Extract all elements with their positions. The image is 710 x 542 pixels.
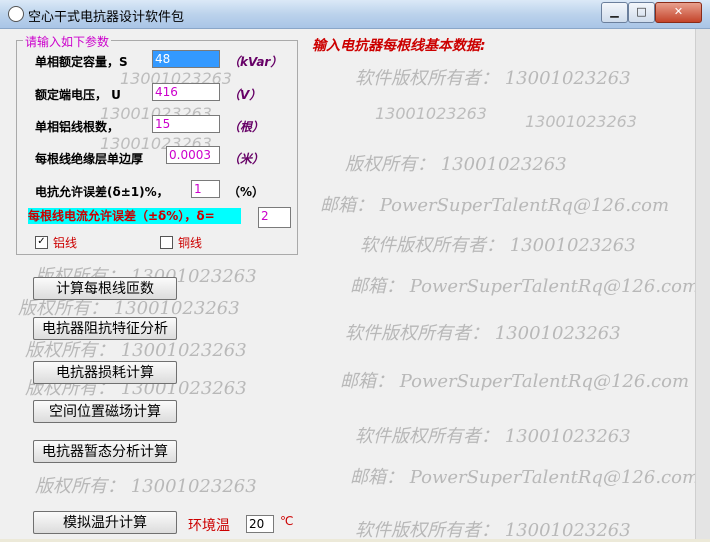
ambient-input[interactable]: 20 [246, 515, 274, 533]
wire-count-unit: （根） [228, 120, 265, 134]
reactance-error-label: 电抗允许误差(δ±1)%， [35, 185, 169, 199]
aluminum-checkbox[interactable]: ✓ [35, 236, 48, 249]
maximize-button[interactable]: □ [628, 2, 655, 23]
loss-calc-button[interactable]: 电抗器损耗计算 [33, 361, 177, 384]
calc-turns-button[interactable]: 计算每根线匝数 [33, 277, 177, 300]
ambient-unit: ℃ [280, 514, 294, 528]
minimize-button[interactable]: ▁ [601, 2, 628, 23]
rated-voltage-label: 额定端电压， U [35, 88, 121, 102]
watermark-copyright: 版权所有： 13001023263 [35, 476, 257, 497]
insulation-label: 每根线绝缘层单边厚 [35, 152, 144, 166]
left-panel: 13001023263 13001023263 13001023263 版权所有… [0, 29, 300, 539]
watermark-copyright: 版权所有： 13001023263 [345, 154, 567, 175]
client-area: 13001023263 13001023263 13001023263 版权所有… [0, 29, 710, 541]
current-error-banner: 每根线电流允许误差（±δ%），δ= [28, 208, 241, 224]
watermark-email: 邮箱： PowerSuperTalentRq@126.com [320, 195, 670, 216]
right-panel: 输入电抗器每根线基本数据: 软件版权所有者： 13001023263 13001… [305, 29, 699, 541]
impedance-analysis-button[interactable]: 电抗器阻抗特征分析 [33, 317, 177, 340]
window-title: 空心干式电抗器设计软件包 [28, 10, 185, 25]
rated-voltage-unit: （V） [228, 88, 262, 102]
wire-count-label: 单相铝线根数， [35, 120, 120, 134]
right-panel-title: 输入电抗器每根线基本数据: [312, 38, 486, 54]
app-icon [8, 6, 24, 22]
insulation-input[interactable]: 0.0003 [166, 146, 220, 164]
aluminum-label: 铝线 [53, 236, 78, 250]
temperature-rise-button[interactable]: 模拟温升计算 [33, 511, 177, 534]
current-error-input[interactable]: 2 [258, 207, 291, 228]
wire-count-input[interactable]: 15 [152, 115, 220, 133]
copper-label: 铜线 [178, 236, 203, 250]
watermark-owner: 软件版权所有者： 13001023263 [355, 68, 631, 89]
watermark-owner: 软件版权所有者： 13001023263 [355, 426, 631, 447]
watermark-email: 邮箱： PowerSuperTalentRq@126.com [340, 371, 690, 392]
watermark-email: 邮箱： PowerSuperTalentRq@126.com [350, 467, 700, 488]
insulation-unit: （米） [228, 152, 265, 166]
watermark-email: 邮箱： PowerSuperTalentRq@126.com [350, 276, 700, 297]
rated-capacity-label: 单相额定容量，S [35, 55, 128, 69]
title-bar: 空心干式电抗器设计软件包 ▁ □ ✕ [0, 0, 710, 29]
close-button[interactable]: ✕ [655, 2, 702, 23]
watermark-phone: 13001023263 [375, 104, 487, 123]
copper-checkbox[interactable] [160, 236, 173, 249]
rated-voltage-input[interactable]: 416 [152, 83, 220, 101]
watermark-owner: 软件版权所有者： 13001023263 [345, 323, 621, 344]
transient-analysis-button[interactable]: 电抗器暂态分析计算 [33, 440, 177, 463]
vertical-scrollbar[interactable] [695, 29, 710, 539]
watermark-phone: 13001023263 [525, 112, 637, 131]
magnetic-field-button[interactable]: 空间位置磁场计算 [33, 400, 177, 423]
reactance-error-input[interactable]: 1 [191, 180, 220, 198]
reactance-error-unit: （%） [228, 185, 265, 199]
watermark-owner: 软件版权所有者： 13001023263 [360, 235, 636, 256]
watermark-owner: 软件版权所有者： 13001023263 [355, 520, 631, 541]
ambient-label: 环境温 [188, 518, 230, 534]
rated-capacity-unit: （kVar） [228, 55, 283, 69]
group-title: 请输入如下参数 [23, 33, 112, 50]
rated-capacity-input[interactable]: 48 [152, 50, 220, 68]
